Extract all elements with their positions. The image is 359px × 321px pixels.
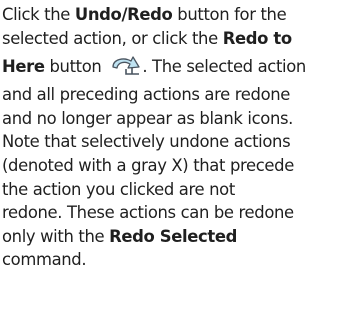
text-line-6: Note that selectively undone actions [2,132,291,152]
help-paragraph: Click the Undo/Redo button for the selec… [2,3,358,272]
text-line-4: and all preceding actions are redone [2,85,291,105]
text-line-1: Click the Undo/Redo button for the [2,3,358,27]
undo-redo-term: Undo/Redo [74,5,173,24]
redo-selected-term: Redo Selected [109,226,238,246]
text: button [44,57,107,77]
text-line-10: only with the Redo Selected [2,225,358,249]
here-term: Here [2,57,45,77]
text-line-11: command. [2,250,87,270]
redo-to-here-icon [110,54,142,76]
text-line-9: redone. These actions can be redone [2,203,294,223]
text: . The selected action [142,57,306,77]
text-line-2: selected action, or click the Redo to [2,27,358,51]
redo-to-term: Redo to [222,28,292,48]
text-line-7: (denoted with a gray X) that precede [2,155,294,175]
text: selected action, or click the [2,28,223,48]
text-line-8: the action you clicked are not [2,179,235,199]
text: button for the [172,5,287,24]
text: Click the [2,5,75,24]
text-line-3: Here button . The selected action [2,50,358,83]
text: only with the [2,226,110,246]
text-line-5: and no longer appear as blank icons. [2,108,294,128]
